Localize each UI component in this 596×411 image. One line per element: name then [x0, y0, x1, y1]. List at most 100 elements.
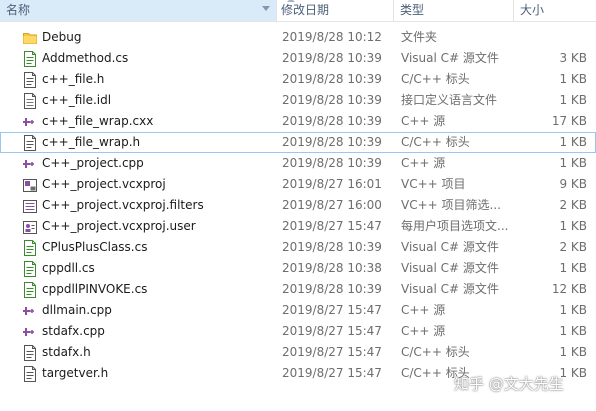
file-modified-date: 2019/8/28 10:39 — [282, 114, 382, 128]
file-type: C++ 源 — [401, 303, 446, 317]
file-type: C++ 源 — [401, 324, 446, 338]
file-modified-date: 2019/8/28 10:38 — [282, 261, 382, 275]
file-list: Debug 2019/8/28 10:12 文件夹 Addmethod.cs 2019/… — [0, 27, 596, 384]
file-name: Addmethod.cs — [42, 51, 129, 65]
file-row[interactable]: C++_project.vcxproj.user 2019/8/27 15:47 每… — [0, 216, 596, 237]
file-name: c++_file_wrap.cxx — [42, 114, 154, 128]
file-size: 12 KB — [551, 282, 587, 296]
file-name: cppdll.cs — [42, 261, 95, 275]
file-modified-date: 2019/8/28 10:39 — [282, 156, 382, 170]
file-name: stdafx.h — [42, 345, 91, 359]
file-name: C++_project.cpp — [42, 156, 144, 170]
file-row[interactable]: c++_file.idl 2019/8/28 10:39 接口定义语言文件 1 KB — [0, 90, 596, 111]
file-type: C/C++ 标头 — [401, 72, 470, 86]
file-name: C++_project.vcxproj.user — [42, 219, 196, 233]
column-header-type[interactable]: 类型 — [394, 0, 513, 21]
file-row[interactable]: C++_project.vcxproj 2019/8/27 16:01 VC++ 项… — [0, 174, 596, 195]
file-size: 1 KB — [559, 345, 587, 359]
column-header-name[interactable]: 名称 — [0, 0, 276, 21]
file-modified-date: 2019/8/28 10:39 — [282, 135, 382, 149]
file-name: c++_file_wrap.h — [42, 135, 141, 149]
cpp-file-icon — [22, 303, 37, 319]
idl-file-icon — [23, 93, 37, 109]
file-row[interactable]: Debug 2019/8/28 10:12 文件夹 — [0, 27, 596, 48]
file-modified-date: 2019/8/28 10:39 — [282, 93, 382, 107]
file-name: C++_project.vcxproj — [42, 177, 166, 191]
column-header-date[interactable]: 修改日期 — [277, 0, 393, 21]
file-row[interactable]: stdafx.cpp 2019/8/27 15:47 C++ 源 1 KB — [0, 321, 596, 342]
file-type: C/C++ 标头 — [401, 345, 470, 359]
file-row[interactable]: stdafx.h 2019/8/27 15:47 C/C++ 标头 1 KB — [0, 342, 596, 363]
file-size: 1 KB — [559, 135, 587, 149]
file-type: 每用户项目选项文... — [401, 219, 509, 233]
file-name: Debug — [42, 30, 82, 44]
file-type: C/C++ 标头 — [401, 135, 470, 149]
user-file-icon — [23, 219, 37, 235]
file-name: targetver.h — [42, 366, 109, 380]
file-size: 2 KB — [559, 198, 587, 212]
file-name: c++_file.h — [42, 72, 105, 86]
file-modified-date: 2019/8/27 16:01 — [282, 177, 382, 191]
header-file-icon — [23, 135, 37, 151]
file-row[interactable]: c++_file.h 2019/8/28 10:39 C/C++ 标头 1 KB — [0, 69, 596, 90]
filters-file-icon — [23, 198, 37, 214]
header-file-icon — [23, 72, 37, 88]
file-size: 1 KB — [559, 156, 587, 170]
file-modified-date: 2019/8/27 15:47 — [282, 366, 382, 380]
file-type: Visual C# 源文件 — [401, 240, 499, 254]
file-type: C++ 源 — [401, 114, 446, 128]
chevron-down-icon[interactable] — [262, 6, 270, 11]
header-file-icon — [23, 366, 37, 382]
cpp-file-icon — [22, 114, 37, 130]
file-modified-date: 2019/8/27 15:47 — [282, 303, 382, 317]
file-size: 1 KB — [559, 219, 587, 233]
file-size: 2 KB — [559, 240, 587, 254]
file-size: 9 KB — [559, 177, 587, 191]
file-modified-date: 2019/8/27 16:00 — [282, 198, 382, 212]
vcxproj-file-icon — [23, 177, 37, 193]
file-modified-date: 2019/8/28 10:39 — [282, 72, 382, 86]
file-modified-date: 2019/8/27 15:47 — [282, 324, 382, 338]
folder-icon — [23, 30, 37, 46]
file-name: CPlusPlusClass.cs — [42, 240, 148, 254]
file-modified-date: 2019/8/28 10:12 — [282, 30, 382, 44]
file-size: 1 KB — [559, 261, 587, 275]
file-type: Visual C# 源文件 — [401, 261, 499, 275]
file-row[interactable]: CPlusPlusClass.cs 2019/8/28 10:39 Visual C… — [0, 237, 596, 258]
file-size: 1 KB — [559, 324, 587, 338]
file-row[interactable]: cppdll.cs 2019/8/28 10:38 Visual C# 源文件 1 K… — [0, 258, 596, 279]
file-row[interactable]: cppdllPINVOKE.cs 2019/8/28 10:39 Visual C#… — [0, 279, 596, 300]
file-name: cppdllPINVOKE.cs — [42, 282, 148, 296]
column-header-bar: 名称 修改日期 类型 大小 — [0, 0, 596, 22]
file-modified-date: 2019/8/28 10:39 — [282, 240, 382, 254]
watermark: 知乎 @文大先生 — [454, 375, 564, 393]
file-name: c++_file.idl — [42, 93, 112, 107]
cpp-file-icon — [22, 324, 37, 340]
file-modified-date: 2019/8/27 15:47 — [282, 345, 382, 359]
cs-file-icon — [23, 240, 37, 256]
file-size: 3 KB — [559, 51, 587, 65]
file-type: 文件夹 — [401, 30, 438, 44]
file-row[interactable]: c++_file_wrap.h 2019/8/28 10:39 C/C++ 标头 1 … — [0, 132, 596, 153]
file-row[interactable]: Addmethod.cs 2019/8/28 10:39 Visual C# 源文件… — [0, 48, 596, 69]
file-size: 1 KB — [559, 72, 587, 86]
file-type: 接口定义语言文件 — [401, 93, 498, 107]
header-file-icon — [23, 345, 37, 361]
file-modified-date: 2019/8/27 15:47 — [282, 219, 382, 233]
cpp-file-icon — [22, 156, 37, 172]
file-row[interactable]: C++_project.vcxproj.filters 2019/8/27 16:… — [0, 195, 596, 216]
file-row[interactable]: dllmain.cpp 2019/8/27 15:47 C++ 源 1 KB — [0, 300, 596, 321]
cs-file-icon — [23, 51, 37, 67]
column-header-size[interactable]: 大小 — [514, 0, 596, 21]
file-row[interactable]: c++_file_wrap.cxx 2019/8/28 10:39 C++ 源 17 … — [0, 111, 596, 132]
cs-file-icon — [23, 261, 37, 277]
file-type: VC++ 项目 — [401, 177, 466, 191]
file-name: dllmain.cpp — [42, 303, 112, 317]
file-row[interactable]: C++_project.cpp 2019/8/28 10:39 C++ 源 1 KB — [0, 153, 596, 174]
file-type: Visual C# 源文件 — [401, 51, 499, 65]
file-size: 1 KB — [559, 93, 587, 107]
file-name: C++_project.vcxproj.filters — [42, 198, 204, 212]
file-type: C++ 源 — [401, 156, 446, 170]
file-size — [515, 27, 587, 48]
file-name: stdafx.cpp — [42, 324, 105, 338]
